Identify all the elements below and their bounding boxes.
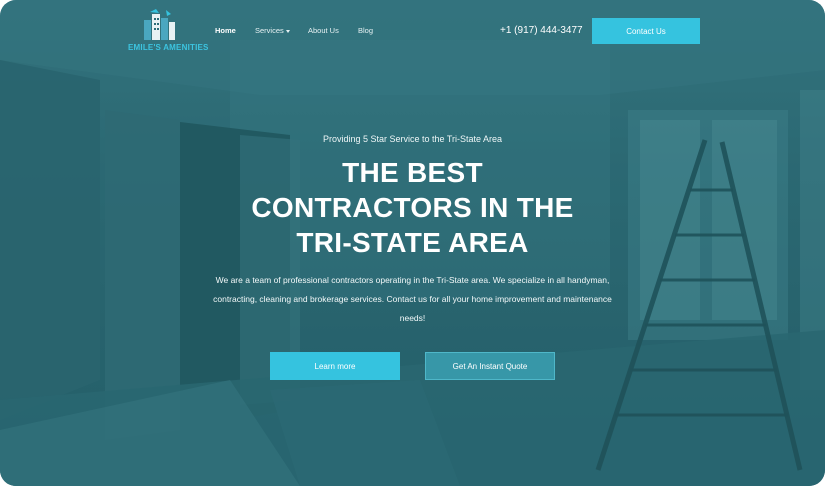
hero-description: We are a team of professional contractor… — [213, 275, 612, 323]
hero-section: Providing 5 Star Service to the Tri-Stat… — [0, 0, 825, 486]
hero-title-line: TRI-STATE AREA — [296, 227, 529, 258]
instant-quote-button[interactable]: Get An Instant Quote — [425, 352, 555, 380]
hero-title: THE BEST CONTRACTORS IN THE TRI-STATE AR… — [0, 155, 825, 260]
hero-title-line: THE BEST — [342, 157, 483, 188]
page-frame: EMILE'S AMENITIES Home Services About Us… — [0, 0, 825, 486]
hero-kicker: Providing 5 Star Service to the Tri-Stat… — [322, 134, 503, 144]
learn-more-button[interactable]: Learn more — [270, 352, 400, 380]
hero-title-line: CONTRACTORS IN THE — [251, 192, 574, 223]
